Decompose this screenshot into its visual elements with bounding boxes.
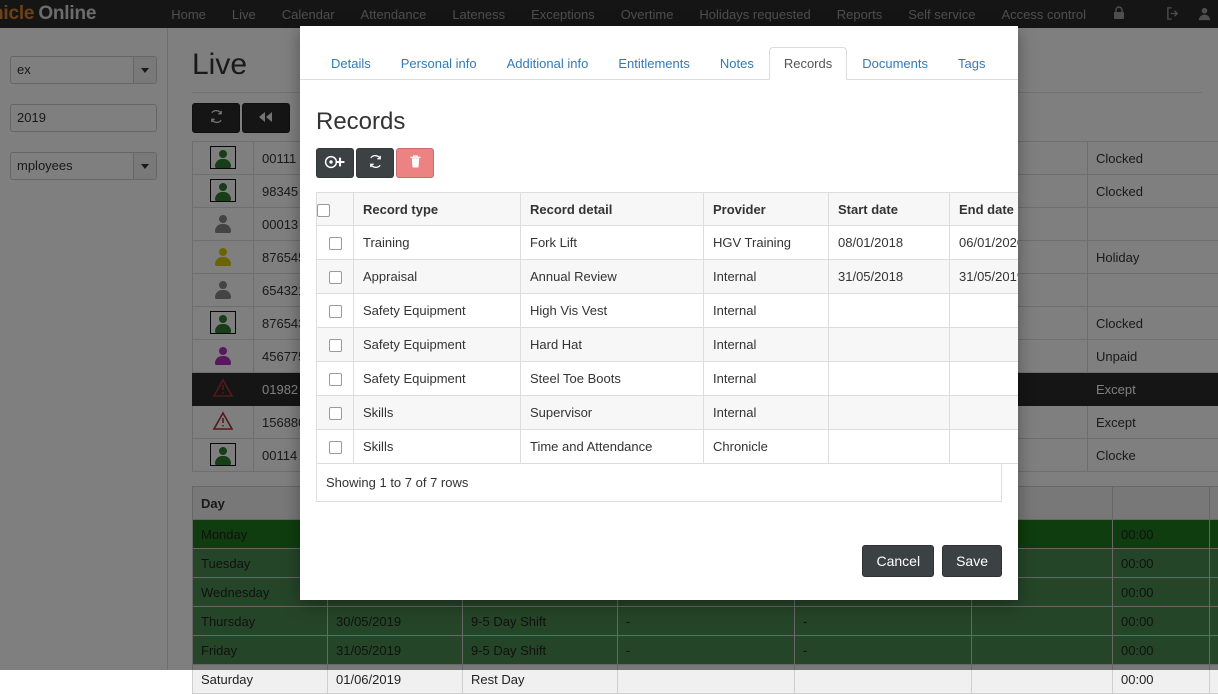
records-row-count: Showing 1 to 7 of 7 rows bbox=[316, 464, 1002, 502]
cell-record-type: Skills bbox=[354, 396, 521, 430]
cell-record-type: Safety Equipment bbox=[354, 362, 521, 396]
tab-additional-info[interactable]: Additional info bbox=[492, 47, 604, 80]
cell-record-detail: Fork Lift bbox=[521, 226, 704, 260]
cell-start-date bbox=[829, 328, 950, 362]
cell-record-type: Appraisal bbox=[354, 260, 521, 294]
tab-tags[interactable]: Tags bbox=[943, 47, 1000, 80]
cell-record-detail: Supervisor bbox=[521, 396, 704, 430]
cell-end-date bbox=[950, 328, 1019, 362]
row-checkbox[interactable] bbox=[329, 339, 342, 352]
cell-start-date bbox=[829, 294, 950, 328]
table-row[interactable]: Safety Equipment High Vis Vest Internal … bbox=[317, 294, 1019, 328]
cell-end-date bbox=[950, 294, 1019, 328]
employee-records-modal: Details Personal info Additional info En… bbox=[300, 26, 1018, 600]
row-select-cell bbox=[317, 362, 354, 396]
modal-body: Records bbox=[300, 80, 1018, 550]
table-row[interactable]: Training Fork Lift HGV Training 08/01/20… bbox=[317, 226, 1019, 260]
cell-end-date bbox=[950, 362, 1019, 396]
cell-end-date: 31/05/2019 bbox=[950, 260, 1019, 294]
refresh-records-button[interactable] bbox=[356, 148, 394, 178]
row-select-cell bbox=[317, 294, 354, 328]
cell-record-type: Safety Equipment bbox=[354, 328, 521, 362]
trash-icon bbox=[409, 154, 422, 172]
cell-record-detail: High Vis Vest bbox=[521, 294, 704, 328]
tab-details[interactable]: Details bbox=[316, 47, 386, 80]
select-all-header bbox=[317, 193, 354, 226]
cell-provider: Chronicle bbox=[704, 430, 829, 464]
header-start-date: Start date bbox=[829, 193, 950, 226]
cell-end-date bbox=[950, 430, 1019, 464]
refresh-icon bbox=[368, 154, 383, 172]
cell-end-date bbox=[950, 396, 1019, 430]
row-checkbox[interactable] bbox=[329, 271, 342, 284]
row-checkbox[interactable] bbox=[329, 237, 342, 250]
cell-start-date: 31/05/2018 bbox=[829, 260, 950, 294]
cell-start-date bbox=[829, 362, 950, 396]
save-button[interactable]: Save bbox=[942, 545, 1002, 578]
records-table-body: Training Fork Lift HGV Training 08/01/20… bbox=[317, 226, 1019, 464]
cell-provider: Internal bbox=[704, 328, 829, 362]
records-toolbar bbox=[316, 148, 1002, 178]
cell-start-date bbox=[829, 430, 950, 464]
add-record-icon bbox=[324, 155, 346, 172]
tab-entitlements[interactable]: Entitlements bbox=[603, 47, 705, 80]
tab-personal-info[interactable]: Personal info bbox=[386, 47, 492, 80]
cell-record-detail: Time and Attendance bbox=[521, 430, 704, 464]
cell-record-type: Safety Equipment bbox=[354, 294, 521, 328]
cell-start-date: 08/01/2018 bbox=[829, 226, 950, 260]
delete-record-button[interactable] bbox=[396, 148, 434, 178]
cell-provider: Internal bbox=[704, 294, 829, 328]
cell-provider: Internal bbox=[704, 396, 829, 430]
select-all-checkbox[interactable] bbox=[317, 204, 330, 217]
cell-record-detail: Steel Toe Boots bbox=[521, 362, 704, 396]
tab-documents[interactable]: Documents bbox=[847, 47, 943, 80]
records-table: Record type Record detail Provider Start… bbox=[316, 192, 1018, 464]
row-checkbox[interactable] bbox=[329, 305, 342, 318]
table-row[interactable]: Safety Equipment Steel Toe Boots Interna… bbox=[317, 362, 1019, 396]
cell-provider: Internal bbox=[704, 362, 829, 396]
cell-record-type: Training bbox=[354, 226, 521, 260]
table-row[interactable]: Skills Supervisor Internal bbox=[317, 396, 1019, 430]
header-provider: Provider bbox=[704, 193, 829, 226]
modal-tab-strip: Details Personal info Additional info En… bbox=[300, 26, 1018, 80]
cell-record-type: Skills bbox=[354, 430, 521, 464]
row-select-cell bbox=[317, 328, 354, 362]
records-table-head: Record type Record detail Provider Start… bbox=[317, 193, 1019, 226]
header-record-type: Record type bbox=[354, 193, 521, 226]
tab-notes[interactable]: Notes bbox=[705, 47, 769, 80]
cell-record-detail: Hard Hat bbox=[521, 328, 704, 362]
records-heading: Records bbox=[316, 108, 1002, 136]
row-select-cell bbox=[317, 430, 354, 464]
tab-records[interactable]: Records bbox=[769, 47, 847, 80]
header-end-date: End date bbox=[950, 193, 1019, 226]
row-select-cell bbox=[317, 260, 354, 294]
table-row[interactable]: Safety Equipment Hard Hat Internal £35.0… bbox=[317, 328, 1019, 362]
table-row[interactable]: Skills Time and Attendance Chronicle £10… bbox=[317, 430, 1019, 464]
cell-provider: Internal bbox=[704, 260, 829, 294]
cancel-button[interactable]: Cancel bbox=[862, 545, 934, 578]
cell-end-date: 06/01/2020 bbox=[950, 226, 1019, 260]
row-checkbox[interactable] bbox=[329, 373, 342, 386]
cell-start-date bbox=[829, 396, 950, 430]
row-select-cell bbox=[317, 226, 354, 260]
header-record-detail: Record detail bbox=[521, 193, 704, 226]
table-row[interactable]: Appraisal Annual Review Internal 31/05/2… bbox=[317, 260, 1019, 294]
add-record-button[interactable] bbox=[316, 148, 354, 178]
cell-record-detail: Annual Review bbox=[521, 260, 704, 294]
row-checkbox[interactable] bbox=[329, 407, 342, 420]
row-checkbox[interactable] bbox=[329, 441, 342, 454]
records-header-row: Record type Record detail Provider Start… bbox=[317, 193, 1019, 226]
row-select-cell bbox=[317, 396, 354, 430]
modal-footer: Cancel Save bbox=[300, 538, 1018, 600]
cell-provider: HGV Training bbox=[704, 226, 829, 260]
